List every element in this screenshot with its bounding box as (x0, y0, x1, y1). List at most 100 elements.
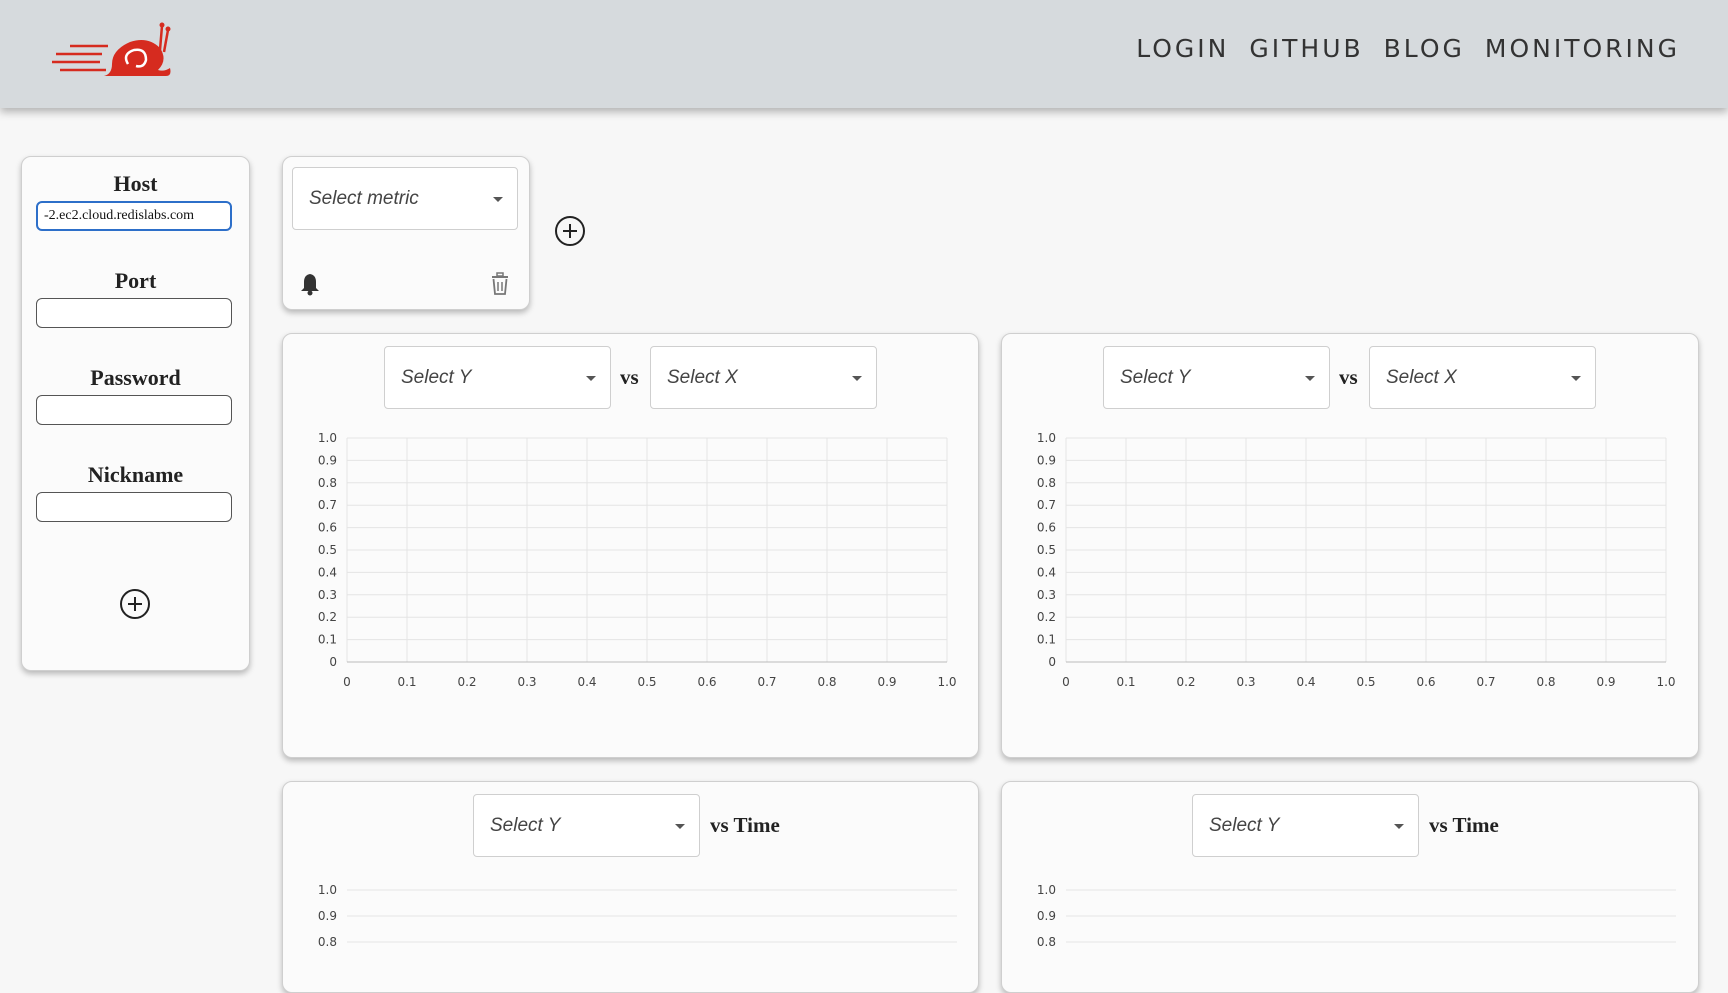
snail-logo[interactable] (50, 20, 175, 82)
y-tick-label: 0.7 (1037, 498, 1056, 512)
chevron-down-icon (1305, 376, 1315, 381)
y-tick-label: 1.0 (1037, 883, 1056, 897)
main-nav: LOGIN GITHUB BLOG MONITORING (1136, 34, 1680, 63)
time-chart-panel: Select Y vs Time 1.0 0.9 0.8 (1001, 781, 1699, 993)
add-connection-icon[interactable] (120, 589, 150, 619)
x-tick-label: 0.1 (1116, 675, 1135, 689)
scatter-chart: 0 0.1 0.2 0.3 0.4 0.5 0.6 0.7 0.8 0.9 1.0 0 0.1 0.2 0.… (1037, 431, 1676, 689)
x-tick-label: 0.4 (577, 675, 596, 689)
y-tick-label: 0.9 (318, 909, 337, 923)
host-input[interactable] (36, 201, 232, 231)
x-tick-label: 0.2 (457, 675, 476, 689)
y-tick-label: 0.1 (318, 633, 337, 647)
chevron-down-icon (1394, 824, 1404, 829)
connection-card: Host Port Password Nickname (21, 156, 250, 671)
port-label: Port (114, 268, 157, 293)
x-tick-label: 0.5 (1356, 675, 1375, 689)
x-axis-select[interactable]: Select X (650, 346, 877, 409)
password-label: Password (90, 365, 181, 390)
x-tick-label: 0.8 (817, 675, 836, 689)
y-select-value: Select Y (490, 815, 561, 836)
password-input[interactable] (36, 395, 232, 425)
vs-time-label: vs Time (710, 813, 780, 837)
y-tick-label: 0.9 (318, 453, 337, 467)
x-select-value: Select X (667, 367, 738, 388)
nav-blog-link[interactable]: BLOG (1384, 34, 1465, 63)
y-tick-label: 0.8 (1037, 935, 1056, 949)
time-chart-panel: Select Y vs Time 1.0 0.9 0.8 (282, 781, 979, 993)
x-tick-label: 1.0 (937, 675, 956, 689)
x-tick-label: 0.6 (697, 675, 716, 689)
x-select-value: Select X (1386, 367, 1457, 388)
chevron-down-icon (675, 824, 685, 829)
y-tick-label: 0.5 (318, 543, 337, 557)
y-tick-label: 1.0 (1037, 431, 1056, 445)
y-tick-label: 0.4 (1037, 565, 1056, 579)
metric-select[interactable]: Select metric (292, 167, 518, 230)
time-chart: 1.0 0.9 0.8 (318, 883, 957, 949)
nav-login-link[interactable]: LOGIN (1136, 34, 1229, 63)
y-axis-select[interactable]: Select Y (384, 346, 611, 409)
x-tick-label: 0.4 (1296, 675, 1315, 689)
chevron-down-icon (852, 376, 862, 381)
trash-icon[interactable] (489, 272, 511, 296)
y-axis-select[interactable]: Select Y (1103, 346, 1330, 409)
x-tick-label: 0.8 (1536, 675, 1555, 689)
y-tick-label: 0 (1048, 655, 1056, 669)
y-axis-select[interactable]: Select Y (1192, 794, 1419, 857)
nav-monitoring-link[interactable]: MONITORING (1485, 34, 1680, 63)
scatter-chart-panel: Select Y vs Select X 0 0.1 0.2 0.3 0.4 0.5 0.6… (1001, 333, 1699, 758)
time-chart: 1.0 0.9 0.8 (1037, 883, 1676, 949)
y-tick-label: 0.8 (1037, 476, 1056, 490)
nav-github-link[interactable]: GITHUB (1249, 34, 1363, 63)
chevron-down-icon (1571, 376, 1581, 381)
y-tick-label: 0.4 (318, 565, 337, 579)
nickname-input[interactable] (36, 492, 232, 522)
y-select-value: Select Y (1209, 815, 1280, 836)
y-axis-select[interactable]: Select Y (473, 794, 700, 857)
x-axis-select[interactable]: Select X (1369, 346, 1596, 409)
y-select-value: Select Y (1120, 367, 1191, 388)
y-tick-label: 0.2 (1037, 610, 1056, 624)
x-tick-label: 0.2 (1176, 675, 1195, 689)
y-tick-label: 0.3 (1037, 588, 1056, 602)
y-tick-label: 0.1 (1037, 633, 1056, 647)
y-tick-label: 0.6 (1037, 521, 1056, 535)
y-tick-label: 0.6 (318, 521, 337, 535)
add-metric-icon[interactable] (555, 216, 585, 246)
x-tick-label: 0.5 (637, 675, 656, 689)
x-tick-label: 0.6 (1416, 675, 1435, 689)
scatter-chart: 0 0.1 0.2 0.3 0.4 0.5 0.6 0.7 0.8 0.9 1.0 0 0.1 0.2 0.… (318, 431, 957, 689)
chevron-down-icon (586, 376, 596, 381)
host-label: Host (113, 171, 158, 196)
y-tick-label: 0.7 (318, 498, 337, 512)
port-input[interactable] (36, 298, 232, 328)
y-tick-label: 0 (329, 655, 337, 669)
chevron-down-icon (493, 197, 503, 202)
x-tick-label: 0 (1062, 675, 1070, 689)
y-tick-label: 1.0 (318, 883, 337, 897)
y-tick-label: 1.0 (318, 431, 337, 445)
y-select-value: Select Y (401, 367, 472, 388)
x-tick-label: 0.9 (1596, 675, 1615, 689)
metric-card: Select metric (282, 156, 530, 310)
metric-select-value: Select metric (309, 188, 419, 209)
x-tick-label: 0.9 (877, 675, 896, 689)
top-navbar: LOGIN GITHUB BLOG MONITORING (0, 0, 1728, 108)
bell-icon[interactable] (299, 272, 321, 296)
x-tick-label: 0.7 (757, 675, 776, 689)
x-tick-label: 0.3 (1236, 675, 1255, 689)
vs-label: vs (620, 365, 639, 389)
x-tick-label: 0.3 (517, 675, 536, 689)
y-tick-label: 0.9 (1037, 909, 1056, 923)
y-tick-label: 0.3 (318, 588, 337, 602)
vs-label: vs (1339, 365, 1358, 389)
scatter-chart-panel: Select Y vs Select X 0 0.1 0.2 0.3 0.4 0.5 0.6… (282, 333, 979, 758)
vs-time-label: vs Time (1429, 813, 1499, 837)
y-tick-label: 0.5 (1037, 543, 1056, 557)
y-tick-label: 0.2 (318, 610, 337, 624)
x-tick-label: 0.1 (397, 675, 416, 689)
y-tick-label: 0.8 (318, 476, 337, 490)
x-tick-label: 0 (343, 675, 351, 689)
x-tick-label: 1.0 (1656, 675, 1675, 689)
